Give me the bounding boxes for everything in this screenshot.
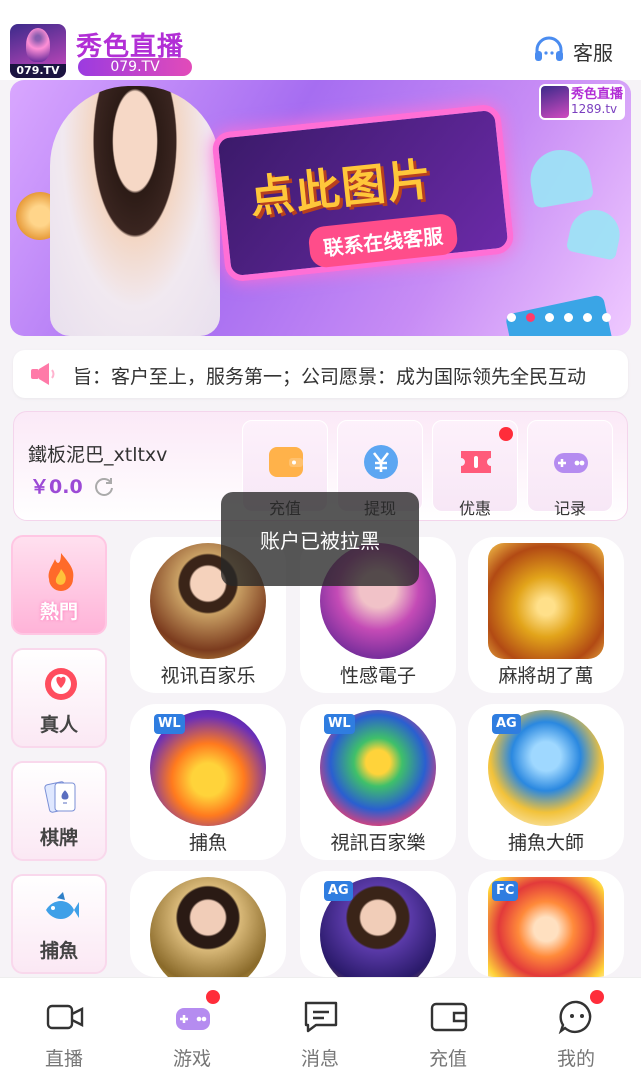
tab-messages[interactable]: 消息 xyxy=(256,978,384,1089)
category-label: 真人 xyxy=(39,714,78,736)
app-logo: 079.TV xyxy=(10,24,66,78)
tab-label: 我的 xyxy=(556,1048,595,1070)
app-root: 079.TV 秀色直播 079.TV 客服 点此图片 联系在线客服 秀色直播 1… xyxy=(0,0,641,1089)
refresh-icon[interactable] xyxy=(93,475,115,497)
game-label: 捕魚大師 xyxy=(507,832,584,854)
wallet-icon xyxy=(269,447,303,477)
notice-bar: 旨：客户至上，服务第一；公司愿景：成为国际领先全民互动 xyxy=(13,350,628,398)
toast-message: 账户已被拉黑 xyxy=(221,492,419,586)
promotions-label: 优惠 xyxy=(458,499,491,518)
game-label: 視訊百家樂 xyxy=(330,832,426,854)
bottom-tabbar: 直播 游戏 消息 充值 我的 xyxy=(0,977,641,1089)
logo-text: 079.TV xyxy=(10,64,66,78)
category-live[interactable]: 真人 xyxy=(11,648,107,748)
smile-icon xyxy=(558,1000,592,1034)
promotions-button[interactable]: 优惠 xyxy=(432,420,518,518)
category-fishing[interactable]: 捕魚 xyxy=(11,874,107,974)
customer-service-button[interactable]: 客服 xyxy=(533,36,613,66)
speaker-icon xyxy=(31,363,55,385)
banner-pagination xyxy=(507,313,611,322)
wallet-icon xyxy=(430,1002,468,1032)
tab-games[interactable]: 游戏 xyxy=(128,978,256,1089)
banner-dot[interactable] xyxy=(602,313,611,322)
balance-value: ￥0.0 xyxy=(30,476,83,498)
banner-logo-name: 秀色直播 xyxy=(571,87,624,102)
provider-tag: AG xyxy=(492,714,521,734)
chip-icon xyxy=(45,668,77,700)
provider-tag: WL xyxy=(324,714,355,734)
game-label: 视讯百家乐 xyxy=(160,665,256,687)
provider-tag: WL xyxy=(154,714,185,734)
balance: ￥0.0 xyxy=(30,472,115,499)
notification-badge xyxy=(499,427,513,441)
promo-banner[interactable]: 点此图片 联系在线客服 秀色直播 1289.tv xyxy=(10,80,631,336)
heart-balloon-icon xyxy=(565,205,625,261)
category-label: 棋牌 xyxy=(39,827,78,849)
banner-logo: 秀色直播 1289.tv xyxy=(539,84,625,120)
notice-text: 旨：客户至上，服务第一；公司愿景：成为国际领先全民互动 xyxy=(73,366,587,388)
game-art-image xyxy=(150,877,266,977)
provider-tag: FC xyxy=(492,881,519,901)
category-cards[interactable]: 棋牌 xyxy=(11,761,107,861)
game-card[interactable]: AG 捕魚大師 xyxy=(468,704,624,860)
banner-dot[interactable] xyxy=(564,313,573,322)
banner-model-image xyxy=(50,86,220,336)
username: 鐵板泥巴_xtltxv xyxy=(28,444,168,466)
gamepad-icon xyxy=(554,453,588,473)
game-card[interactable] xyxy=(130,871,286,977)
game-card[interactable]: WL 捕魚 xyxy=(130,704,286,860)
gamepad-icon xyxy=(176,1008,210,1030)
camera-icon xyxy=(46,1004,84,1030)
fish-icon xyxy=(46,892,79,919)
records-label: 记录 xyxy=(553,499,586,518)
tab-label: 游戏 xyxy=(172,1048,211,1070)
game-card[interactable]: AG xyxy=(300,871,456,977)
flame-icon xyxy=(48,553,74,591)
banner-dot[interactable] xyxy=(507,313,516,322)
cards-icon xyxy=(44,781,76,813)
header: 079.TV 秀色直播 079.TV 客服 xyxy=(0,0,641,80)
banner-sign: 点此图片 联系在线客服 xyxy=(210,103,516,283)
banner-logo-mark xyxy=(541,86,569,118)
category-label: 熱門 xyxy=(39,601,78,623)
game-label: 性感電子 xyxy=(339,665,416,687)
banner-dot[interactable] xyxy=(545,313,554,322)
banner-dot[interactable] xyxy=(583,313,592,322)
tab-recharge[interactable]: 充值 xyxy=(384,978,512,1089)
game-card[interactable]: FC xyxy=(468,871,624,977)
tab-label: 消息 xyxy=(300,1048,339,1070)
logo-figure-icon xyxy=(26,28,50,62)
banner-dot[interactable] xyxy=(526,313,535,322)
service-label: 客服 xyxy=(573,40,613,65)
tab-profile[interactable]: 我的 xyxy=(512,978,640,1089)
banner-title: 点此图片 xyxy=(247,153,436,224)
category-label: 捕魚 xyxy=(39,940,78,962)
game-label: 麻將胡了萬 xyxy=(498,665,594,687)
records-button[interactable]: 记录 xyxy=(527,420,613,518)
game-label: 捕魚 xyxy=(188,832,227,854)
banner-logo-url: 1289.tv xyxy=(571,102,618,116)
tab-label: 直播 xyxy=(44,1048,83,1070)
banner-subtitle: 联系在线客服 xyxy=(307,212,459,269)
brand-sub: 079.TV xyxy=(78,58,192,76)
provider-tag: AG xyxy=(324,881,353,901)
headset-icon xyxy=(535,36,563,61)
tab-label: 充值 xyxy=(428,1048,467,1070)
message-icon xyxy=(304,1001,338,1033)
notification-badge xyxy=(206,990,220,1004)
category-hot[interactable]: 熱門 xyxy=(11,535,107,635)
game-card[interactable]: 麻將胡了萬 xyxy=(468,537,624,693)
game-card[interactable]: WL 視訊百家樂 xyxy=(300,704,456,860)
yen-icon xyxy=(364,445,398,479)
tab-live[interactable]: 直播 xyxy=(0,978,128,1089)
game-art-image xyxy=(488,543,604,659)
notification-badge xyxy=(590,990,604,1004)
ticket-icon xyxy=(461,451,491,473)
heart-balloon-icon xyxy=(525,145,595,209)
